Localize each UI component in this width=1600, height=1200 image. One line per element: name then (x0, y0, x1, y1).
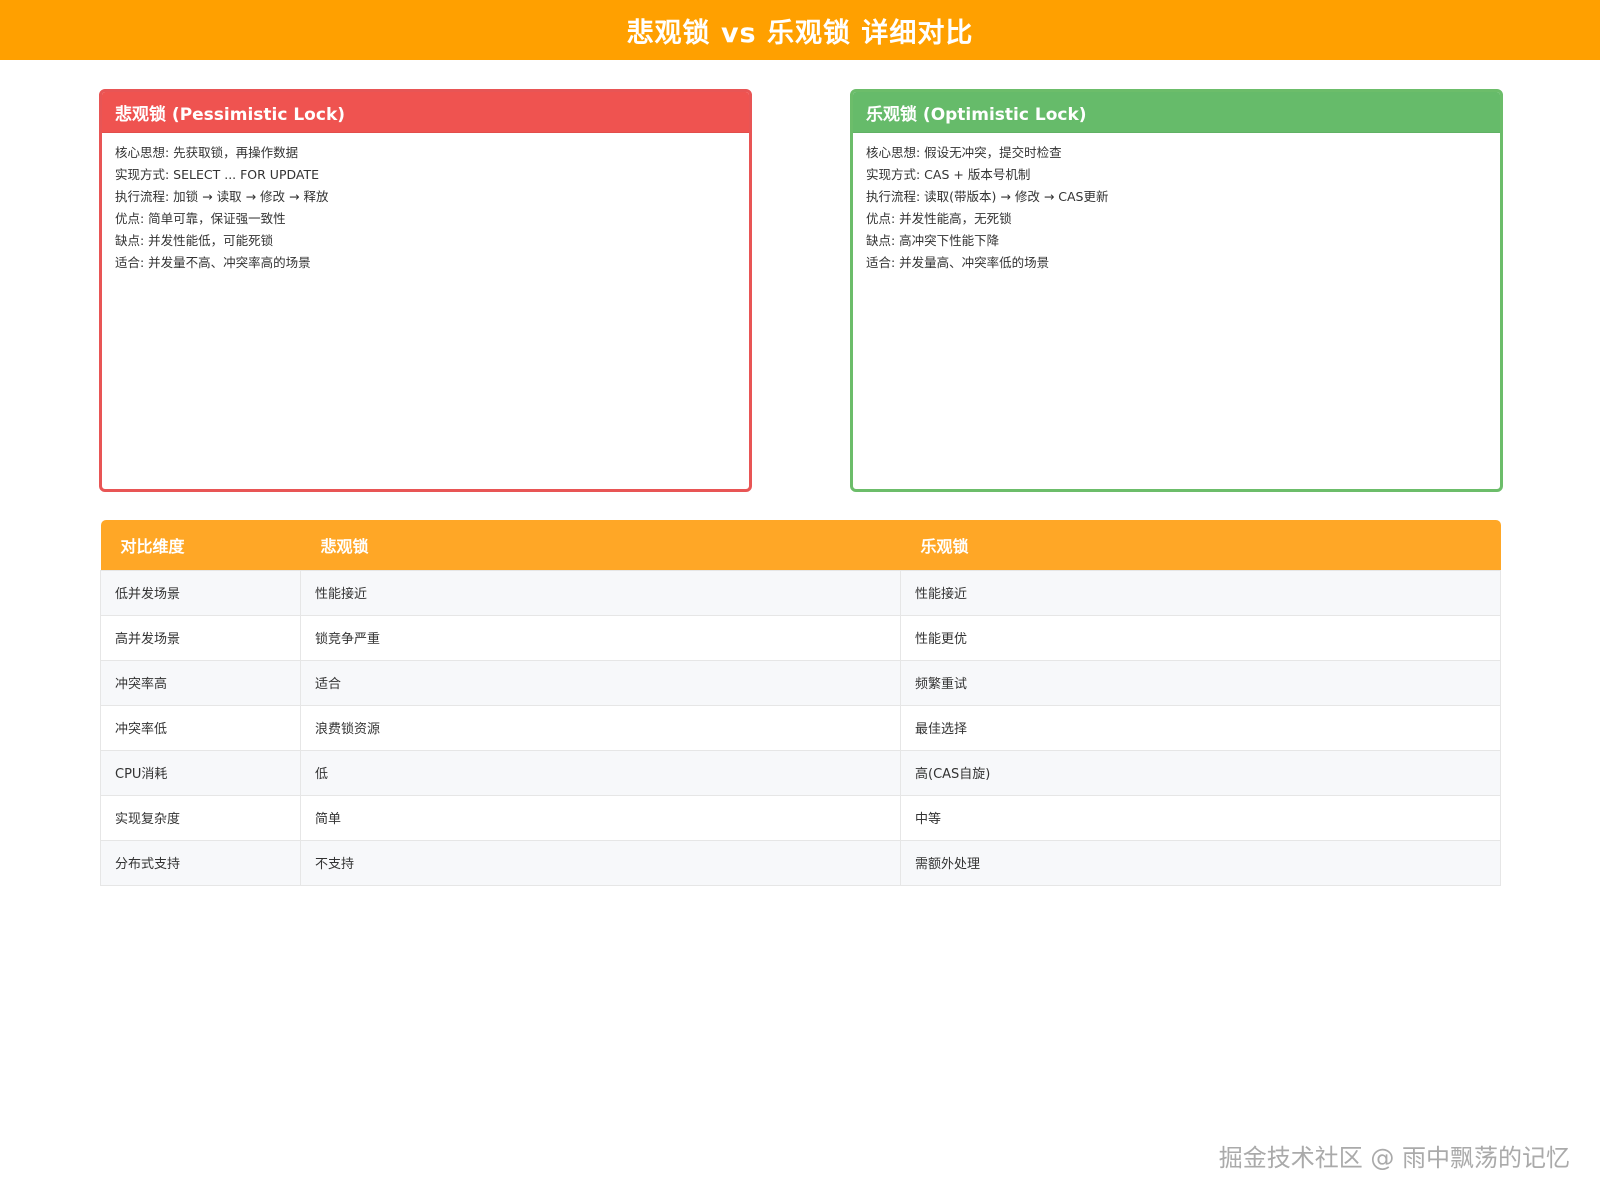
optimistic-lock-title: 乐观锁 (Optimistic Lock) (853, 92, 1500, 133)
comparison-table: 对比维度 悲观锁 乐观锁 低并发场景 性能接近 性能接近 高并发场景 锁竞争严重… (100, 520, 1501, 886)
table-header-row: 对比维度 悲观锁 乐观锁 (100, 520, 1501, 570)
cell-dimension: CPU消耗 (100, 749, 301, 796)
cell-dimension: 高并发场景 (100, 614, 301, 661)
pessimistic-lock-details: 核心思想: 先获取锁，再操作数据 实现方式: SELECT ... FOR UP… (102, 133, 749, 274)
header-dimension: 对比维度 (120, 536, 185, 556)
cell-optimistic: 性能更优 (900, 614, 1501, 661)
pessimistic-detail-line: 核心思想: 先获取锁，再操作数据 (115, 145, 299, 160)
optimistic-detail-line: 优点: 并发性能高，无死锁 (866, 211, 1012, 226)
header-pessimistic: 悲观锁 (320, 536, 369, 556)
optimistic-lock-card: 乐观锁 (Optimistic Lock) 核心思想: 假设无冲突，提交时检查 … (850, 89, 1503, 492)
cell-optimistic: 需额外处理 (900, 839, 1501, 886)
cell-dimension: 实现复杂度 (100, 794, 301, 841)
cell-pessimistic: 不支持 (300, 839, 901, 886)
table-row: CPU消耗 低 高(CAS自旋) (100, 749, 1501, 796)
optimistic-detail-line: 适合: 并发量高、冲突率低的场景 (866, 255, 1050, 270)
comparison-table-container: 对比维度 悲观锁 乐观锁 低并发场景 性能接近 性能接近 高并发场景 锁竞争严重… (100, 520, 1501, 886)
table-row: 实现复杂度 简单 中等 (100, 794, 1501, 841)
page-header: 悲观锁 vs 乐观锁 详细对比 (0, 0, 1600, 60)
optimistic-detail-line: 核心思想: 假设无冲突，提交时检查 (866, 145, 1062, 160)
pessimistic-detail-line: 缺点: 并发性能低，可能死锁 (115, 233, 274, 248)
cell-dimension: 低并发场景 (100, 569, 301, 616)
pessimistic-lock-card: 悲观锁 (Pessimistic Lock) 核心思想: 先获取锁，再操作数据 … (99, 89, 752, 492)
table-row: 冲突率高 适合 频繁重试 (100, 659, 1501, 706)
cell-dimension: 分布式支持 (100, 839, 301, 886)
cell-pessimistic: 性能接近 (300, 569, 901, 616)
page-title: 悲观锁 vs 乐观锁 详细对比 (626, 17, 974, 49)
cell-dimension: 冲突率高 (100, 659, 301, 706)
cell-pessimistic: 低 (300, 749, 901, 796)
pessimistic-detail-line: 适合: 并发量不高、冲突率高的场景 (115, 255, 311, 270)
cell-pessimistic: 简单 (300, 794, 901, 841)
header-optimistic: 乐观锁 (920, 536, 969, 556)
table-row: 冲突率低 浪费锁资源 最佳选择 (100, 704, 1501, 751)
cell-pessimistic: 适合 (300, 659, 901, 706)
table-row: 分布式支持 不支持 需额外处理 (100, 839, 1501, 886)
optimistic-lock-details: 核心思想: 假设无冲突，提交时检查 实现方式: CAS + 版本号机制 执行流程… (853, 133, 1500, 274)
cell-pessimistic: 锁竞争严重 (300, 614, 901, 661)
watermark: 掘金技术社区 @ 雨中飘荡的记忆 (1218, 1144, 1570, 1172)
cell-optimistic: 高(CAS自旋) (900, 749, 1501, 796)
pessimistic-detail-line: 优点: 简单可靠，保证强一致性 (115, 211, 286, 226)
table-row: 低并发场景 性能接近 性能接近 (100, 569, 1501, 616)
optimistic-detail-line: 缺点: 高冲突下性能下降 (866, 233, 1000, 248)
pessimistic-detail-line: 执行流程: 加锁 → 读取 → 修改 → 释放 (115, 189, 329, 204)
cell-optimistic: 性能接近 (900, 569, 1501, 616)
pessimistic-lock-title: 悲观锁 (Pessimistic Lock) (102, 92, 749, 133)
pessimistic-detail-line: 实现方式: SELECT ... FOR UPDATE (115, 167, 320, 182)
cell-dimension: 冲突率低 (100, 704, 301, 751)
optimistic-detail-line: 执行流程: 读取(带版本) → 修改 → CAS更新 (866, 189, 1109, 204)
optimistic-detail-line: 实现方式: CAS + 版本号机制 (866, 167, 1031, 182)
cell-optimistic: 频繁重试 (900, 659, 1501, 706)
cell-pessimistic: 浪费锁资源 (300, 704, 901, 751)
table-row: 高并发场景 锁竞争严重 性能更优 (100, 614, 1501, 661)
cell-optimistic: 中等 (900, 794, 1501, 841)
cell-optimistic: 最佳选择 (900, 704, 1501, 751)
